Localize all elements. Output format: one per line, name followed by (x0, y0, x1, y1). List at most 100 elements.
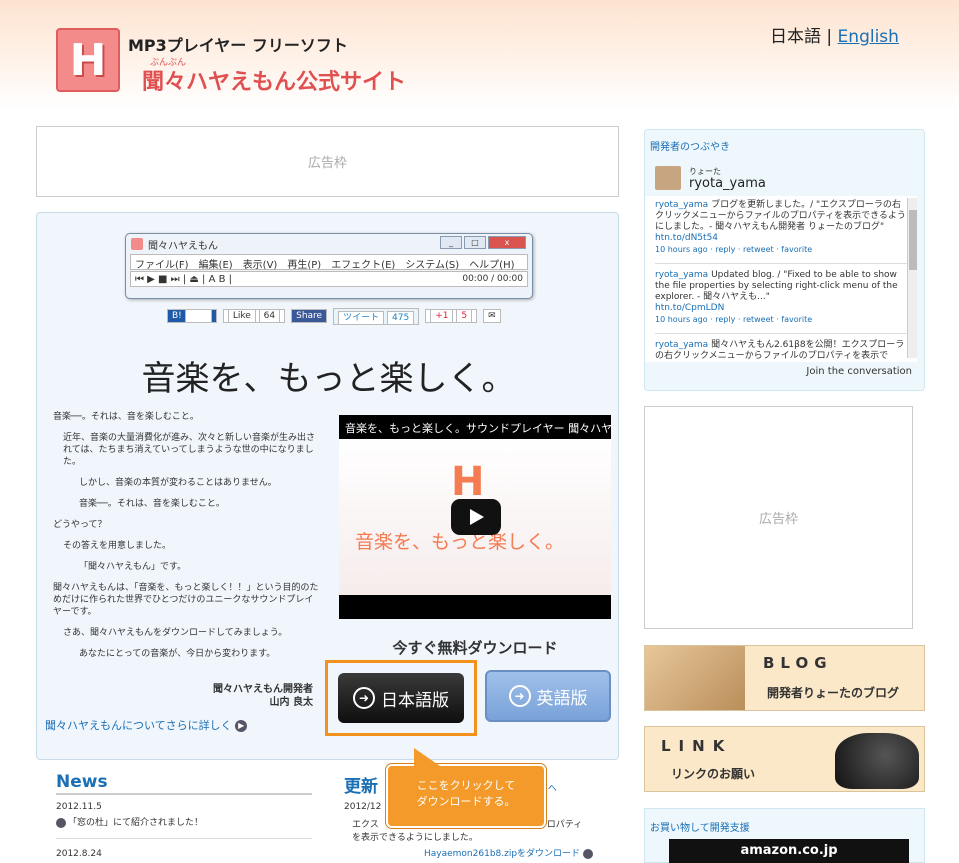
twitter-widget: 開発者のつぶやき りょーた ryota_yama ryota_yama ブログを… (644, 129, 925, 391)
arrow-right-icon (56, 817, 66, 828)
update-download-link[interactable]: Hayaemon261b8.zipをダウンロード (424, 846, 595, 859)
player-time: 00:00 / 00:00 (462, 274, 523, 284)
play-icon[interactable] (451, 499, 501, 535)
gplus-count: 5 (456, 309, 473, 323)
facebook-like-button[interactable]: Like 64 (222, 309, 286, 323)
link-subtitle: リンクのお願い (671, 767, 756, 781)
player-controls: ⏮ ▶ ■ ⏭ | ⏏ | A B | 00:00 / 00:00 (130, 271, 528, 287)
amazon-banner[interactable]: amazon.co.jp (669, 839, 909, 863)
download-highlight: ➜ 日本語版 (325, 660, 477, 736)
lang-separator: | (826, 27, 833, 47)
news-date: 2012.11.5 (56, 802, 102, 812)
news-heading[interactable]: News (56, 772, 108, 792)
window-buttons: _ □ x (440, 236, 526, 249)
player-titlebar: 聞々ハヤえもん _ □ x (126, 234, 532, 252)
callout-line: ダウンロードする。 (416, 795, 516, 808)
tweet-count: 475 (387, 310, 415, 325)
facebook-share-button[interactable]: Share (291, 309, 328, 323)
scrollbar-thumb[interactable] (909, 210, 917, 270)
shop-heading: お買い物して開発支援 (650, 823, 750, 834)
update-download-text: Hayaemon261b8.zipをダウンロード (424, 849, 581, 859)
link-banner[interactable]: LINK リンクのお願い (644, 726, 925, 792)
story-line: 聞々ハヤえもんは、「音楽を、もっと楽しく！！」という目的のためだけに作られた世界… (53, 583, 319, 617)
tweet-feed[interactable]: ryota_yama ブログを更新しました。/ "エクスプローラの右クリックメニ… (645, 196, 917, 362)
tweet-button[interactable]: ツイート 475 (333, 307, 420, 325)
social-buttons: B! 163 Like 64 Share ツイート 475 +1 5 ✉ (167, 307, 501, 325)
update-text: を表示できるようにしました。 (352, 833, 478, 843)
more-info-text: 聞々ハヤえもんについてさらに詳しく (45, 719, 232, 732)
minimize-icon: _ (440, 236, 462, 249)
like-label: Like (227, 309, 256, 323)
download-callout: ここをクリックして ダウンロードする。 (386, 748, 546, 828)
main-headline: 音楽を、もっと楽しく。 (141, 359, 516, 399)
blog-banner[interactable]: BLOG 開発者りょーたのブログ (644, 645, 925, 711)
main-panel: 聞々ハヤえもん _ □ x ファイル(F) 編集(E) 表示(V) 再生(P) … (36, 212, 619, 760)
google-plus-button[interactable]: +1 5 (425, 309, 478, 323)
download-japanese-label: 日本語版 (381, 690, 449, 711)
language-switch: 日本語 | English (770, 22, 899, 47)
player-title: 聞々ハヤえもん (148, 241, 218, 252)
tweet-user[interactable]: ryota_yama (655, 200, 708, 210)
news-item-text: 「窓の杜」にて紹介されました！ (68, 818, 204, 828)
news-item[interactable]: 「窓の杜」にて紹介されました！ (56, 815, 203, 828)
player-menubar: ファイル(F) 編集(E) 表示(V) 再生(P) エフェクト(E) システム(… (130, 254, 528, 271)
site-subtitle: MP3プレイヤー フリーソフト (128, 36, 348, 55)
like-count: 64 (258, 309, 281, 323)
tweet-user[interactable]: ryota_yama (655, 340, 708, 350)
site-logo[interactable]: H (56, 28, 120, 92)
menu-system: システム(S) (405, 260, 460, 271)
close-icon: x (488, 236, 526, 249)
menu-effect: エフェクト(E) (331, 260, 396, 271)
link-title: LINK (661, 737, 733, 755)
menu-play: 再生(P) (287, 260, 322, 271)
download-english-button[interactable]: ➜ 英語版 (485, 670, 611, 722)
download-japanese-button[interactable]: ➜ 日本語版 (338, 673, 464, 723)
youtube-video[interactable]: 音楽を、もっと楽しく。サウンドプレイヤー 聞々ハヤ H 音楽を、もっと楽しく。 (339, 415, 611, 619)
site-title[interactable]: 聞々ハヤえもん公式サイト (142, 64, 406, 96)
tweet-item: ryota_yama 聞々ハヤえもん2.61β8を公開！エクスプローラの右クリッ… (655, 340, 907, 362)
avatar[interactable] (655, 166, 681, 190)
tweet-user[interactable]: ryota_yama (655, 270, 708, 280)
story-line: 音楽──。それは、音を楽しむこと。 (53, 412, 199, 422)
video-title[interactable]: 音楽を、もっと楽しく。サウンドプレイヤー 聞々ハヤ (339, 415, 611, 439)
story-line: 音楽──。それは、音を楽しむこと。 (79, 499, 225, 509)
video-thumbnail: H 音楽を、もっと楽しく。 (339, 439, 611, 595)
arrow-right-icon: ➜ (508, 685, 531, 707)
link-image (835, 733, 919, 789)
hatena-count: 163 (184, 309, 212, 323)
story-line: 「聞々ハヤえもん」です。 (79, 562, 187, 572)
join-conversation-link[interactable]: Join the conversation (806, 366, 912, 377)
menu-help: ヘルプ(H) (469, 260, 515, 271)
story-line: しかし、音楽の本質が変わることはありません。 (79, 478, 277, 488)
tweet-link[interactable]: htn.to/dN5t54 (655, 233, 907, 244)
twitter-heading: 開発者のつぶやき (650, 142, 730, 153)
twitter-username[interactable]: ryota_yama (689, 176, 766, 191)
tweet-meta[interactable]: 10 hours ago · reply · retweet · favorit… (655, 314, 907, 325)
arrow-right-icon: ➜ (353, 687, 375, 709)
news-divider (56, 793, 312, 795)
ad-slot-top[interactable]: 広告枠 (36, 126, 619, 197)
lang-japanese[interactable]: 日本語 (770, 27, 821, 47)
menu-edit: 編集(E) (198, 260, 233, 271)
tweet-meta[interactable]: 10 hours ago · reply · retweet · favorit… (655, 244, 907, 255)
menu-view: 表示(V) (242, 260, 278, 271)
ad-slot-side[interactable]: 広告枠 (644, 406, 913, 629)
tweet-link[interactable]: htn.to/CpmLDN (655, 303, 907, 314)
arrow-right-icon (582, 848, 593, 859)
menu-file: ファイル(F) (135, 260, 189, 271)
blog-subtitle: 開発者りょーたのブログ (767, 686, 900, 700)
tweet-scrollbar[interactable] (907, 198, 917, 358)
hatena-bookmark-button[interactable]: B! 163 (167, 309, 217, 323)
more-info-link[interactable]: 聞々ハヤえもんについてさらに詳しく ▶ (45, 717, 248, 733)
update-text-a: エクス (352, 820, 379, 830)
dev-name: 山内 良太 (269, 697, 313, 708)
mail-icon[interactable]: ✉ (483, 309, 501, 323)
tweet-label: ツイート (338, 310, 385, 325)
blog-image (645, 646, 745, 710)
blog-title: BLOG (763, 654, 833, 672)
maximize-icon: □ (464, 236, 486, 249)
update-heading[interactable]: 更新 (344, 772, 378, 797)
tweet-item: ryota_yama Updated blog. / "Fixed to be … (655, 270, 907, 334)
update-date: 2012/12 (344, 802, 382, 812)
lang-english-link[interactable]: English (838, 27, 899, 47)
